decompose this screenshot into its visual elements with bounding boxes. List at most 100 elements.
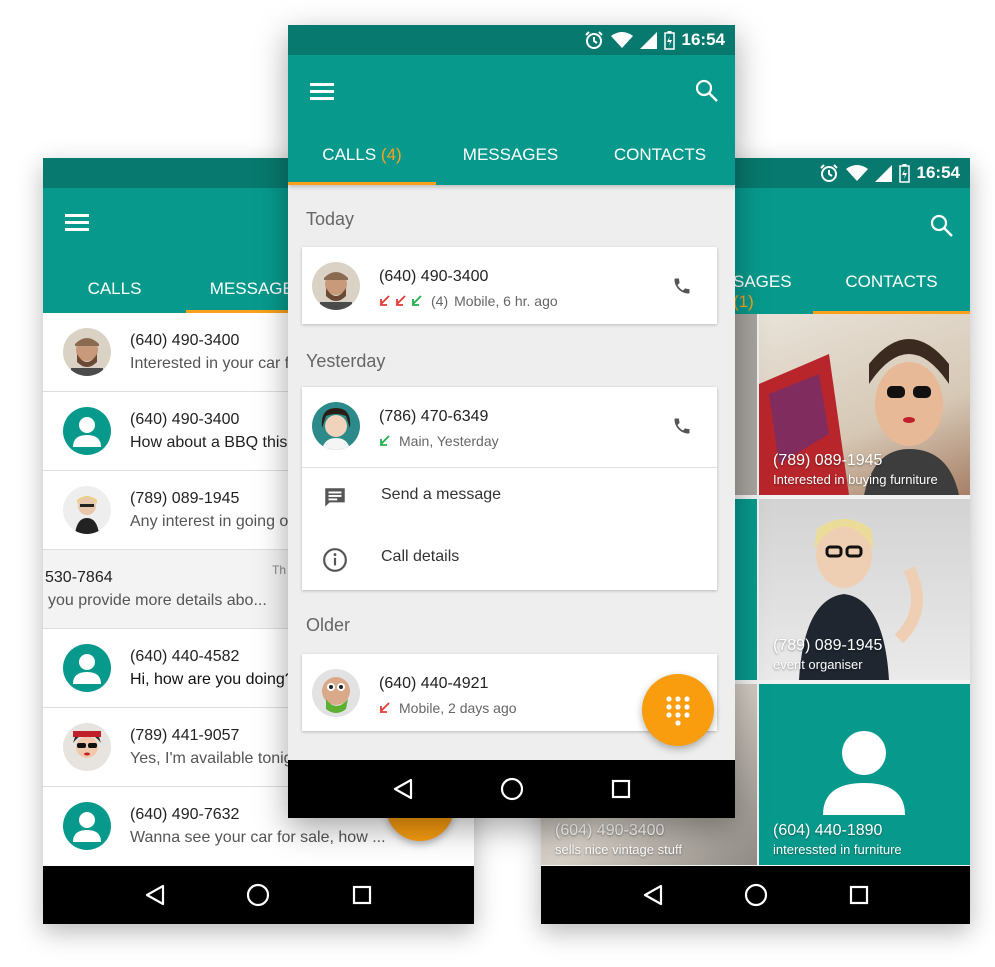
message-preview: Interested in your car f: [130, 355, 290, 372]
home-icon[interactable]: [238, 875, 278, 915]
nav-bar: [541, 866, 970, 924]
avatar: [312, 402, 360, 450]
tile-subtitle: Interested in buying furniture: [773, 472, 938, 487]
contact-icon: [63, 407, 111, 455]
signal-icon: [874, 164, 892, 182]
contact-icon: [63, 644, 111, 692]
recents-icon[interactable]: [342, 875, 382, 915]
showcase-stage: CALLS MESSAGES (640) 490-3400 Interested…: [0, 0, 995, 967]
phone-icon[interactable]: [667, 271, 697, 301]
contact-tile[interactable]: (789) 089-1945 event organiser: [759, 499, 970, 680]
tab-contacts[interactable]: CONTACTS: [813, 272, 970, 314]
tile-subtitle: sells nice vintage stuff: [555, 842, 682, 857]
missed-call-icon: [380, 702, 390, 713]
call-details-action[interactable]: Call details: [302, 529, 717, 591]
menu-icon[interactable]: [310, 83, 334, 101]
status-bar: 16:54: [288, 25, 735, 55]
message-preview: How about a BBQ this: [130, 434, 288, 451]
back-icon[interactable]: [135, 875, 175, 915]
tile-number: (789) 089-1945: [773, 637, 883, 654]
message-preview: Yes, I'm available tonig: [130, 750, 293, 767]
tile-subtitle: event organiser: [773, 657, 863, 672]
contact-tile[interactable]: (789) 089-1945 Interested in buying furn…: [759, 314, 970, 495]
section-yesterday: Yesterday: [306, 351, 386, 371]
section-older: Older: [306, 615, 351, 635]
back-icon[interactable]: [383, 769, 423, 809]
incoming-call-icon: [380, 435, 390, 446]
wifi-icon: [845, 164, 868, 181]
avatar: [312, 669, 360, 717]
message-number: (640) 490-7632: [130, 806, 240, 823]
search-icon[interactable]: [930, 214, 954, 243]
call-meta: Main, Yesterday: [399, 433, 499, 449]
message-number: (789) 089-1945: [130, 490, 240, 507]
tab-messages[interactable]: MESSAGES: [436, 139, 585, 185]
message-number: (640) 440-4582: [130, 648, 240, 665]
menu-icon[interactable]: [65, 214, 89, 232]
tile-subtitle: interessted in furniture: [773, 842, 902, 857]
call-details-label: Call details: [381, 548, 460, 565]
contact-icon: [823, 731, 905, 815]
status-time: 16:54: [681, 30, 725, 49]
call-meta: Mobile, 6 hr. ago: [454, 293, 558, 309]
call-card[interactable]: (640) 490-3400 (4) Mobile, 6 hr. ago: [302, 247, 717, 324]
call-count: (4): [431, 293, 449, 309]
app-bar: CALLS (4) MESSAGES CONTACTS: [288, 55, 735, 185]
call-number: (786) 470-6349: [379, 408, 489, 425]
nav-bar: [43, 866, 474, 924]
call-meta: Mobile, 2 days ago: [399, 700, 517, 716]
avatar: [63, 328, 111, 376]
send-message-action[interactable]: Send a message: [302, 467, 717, 529]
message-number: (789) 441-9057: [130, 727, 240, 744]
battery-icon: [898, 163, 910, 183]
info-icon: [323, 548, 347, 572]
call-log: Today (640) 490-3400 (4) Mobile, 6 hr. a…: [288, 185, 735, 760]
call-direction-icons: [380, 295, 422, 306]
tab-contacts[interactable]: CONTACTS: [585, 139, 735, 185]
call-number: (640) 490-3400: [379, 268, 489, 285]
message-icon: [325, 488, 345, 507]
tab-bar: CALLS (4) MESSAGES CONTACTS: [288, 139, 735, 185]
message-number: 530-7864: [45, 569, 113, 586]
home-icon[interactable]: [492, 769, 532, 809]
back-icon[interactable]: [633, 875, 673, 915]
dialpad-icon: [666, 696, 690, 726]
section-today: Today: [306, 209, 355, 229]
tile-number: (604) 490-3400: [555, 822, 665, 839]
battery-icon: [663, 30, 675, 50]
wifi-icon: [610, 31, 633, 48]
recents-icon[interactable]: [839, 875, 879, 915]
recents-icon[interactable]: [601, 769, 641, 809]
avatar: [63, 723, 111, 771]
alarm-icon: [584, 31, 603, 49]
tile-number: (604) 440-1890: [773, 822, 883, 839]
message-preview: you provide more details abo...: [48, 592, 267, 609]
tab-calls[interactable]: CALLS (4): [288, 139, 436, 185]
avatar: [63, 486, 111, 534]
alarm-icon: [819, 164, 838, 182]
home-icon[interactable]: [736, 875, 776, 915]
tile-number: (789) 089-1945: [773, 452, 883, 469]
nav-bar: [288, 760, 735, 818]
call-number: (640) 440-4921: [379, 675, 489, 692]
call-card-expanded[interactable]: (786) 470-6349 Main, Yesterday Send a me…: [302, 387, 717, 590]
send-message-label: Send a message: [381, 486, 502, 503]
tile-photo-strip: [733, 314, 757, 495]
message-number: (640) 490-3400: [130, 332, 240, 349]
message-preview: Wanna see your car for sale, how ...: [130, 829, 386, 846]
message-preview: Hi, how are you doing?: [130, 671, 294, 688]
phone-icon[interactable]: [667, 411, 697, 441]
contact-tile[interactable]: (604) 440-1890 interessted in furniture: [759, 684, 970, 865]
signal-icon: [639, 31, 657, 49]
message-number: (640) 490-3400: [130, 411, 240, 428]
message-preview: Any interest in going o: [130, 513, 289, 530]
dialpad-fab[interactable]: [642, 674, 714, 746]
avatar: [312, 262, 360, 310]
contact-icon: [63, 802, 111, 850]
status-time: 16:54: [916, 163, 960, 182]
center-phone: 16:54 CALLS (4) MESSAGES CONTACTS Today …: [288, 25, 735, 818]
search-icon[interactable]: [695, 79, 719, 108]
tab-calls[interactable]: CALLS: [43, 263, 186, 313]
tile-color-strip: [733, 499, 757, 680]
message-time: Th: [272, 563, 287, 577]
